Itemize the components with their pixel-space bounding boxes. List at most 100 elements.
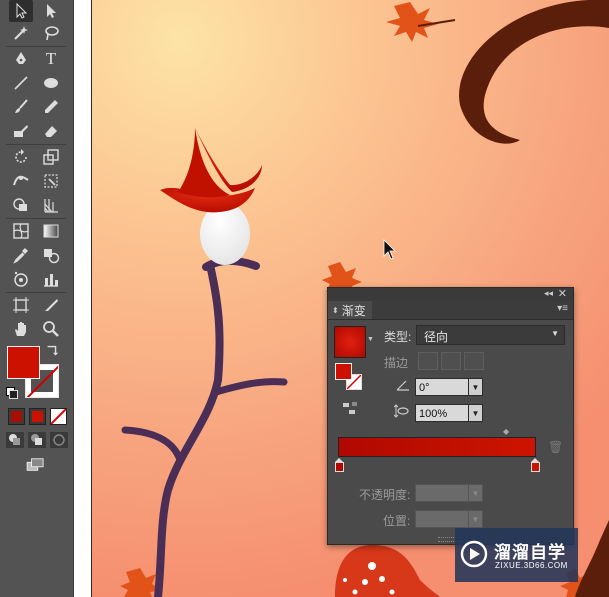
type-select[interactable]: 径向 ▼	[416, 325, 565, 345]
screen-mode-icon	[26, 458, 44, 471]
angle-dropdown[interactable]: ▼	[468, 378, 483, 396]
blob-brush-tool[interactable]	[9, 120, 33, 142]
stroke-label: 描边	[384, 356, 409, 370]
symbol-sprayer-icon	[14, 271, 28, 287]
watermark-title: 溜溜自学	[494, 543, 566, 562]
perspective-icon	[44, 199, 58, 213]
lasso-icon	[45, 26, 59, 41]
width-icon	[13, 175, 29, 186]
swap-fill-stroke[interactable]	[44, 344, 60, 358]
magic-wand-tool[interactable]	[9, 22, 33, 44]
none-mode-button[interactable]	[50, 408, 67, 425]
swatch-dropdown-icon[interactable]: ▼	[367, 336, 374, 343]
color-mode-button[interactable]	[8, 408, 25, 425]
location-input	[415, 510, 469, 528]
aspect-ratio-input[interactable]: 100%	[415, 404, 469, 422]
paintbrush-tool[interactable]	[9, 96, 33, 118]
symbol-sprayer-tool[interactable]	[9, 268, 33, 290]
white-arrow-icon	[47, 4, 56, 18]
screen-mode-button[interactable]	[24, 456, 48, 474]
draw-normal-icon	[9, 434, 20, 445]
reverse-gradient-icon[interactable]	[341, 401, 359, 417]
width-tool[interactable]	[9, 170, 33, 192]
shape-builder-tool[interactable]	[9, 194, 33, 216]
rotate-tool[interactable]	[9, 146, 33, 168]
swap-arrow-icon	[47, 345, 59, 356]
aspect-ratio-icon	[394, 404, 409, 418]
zoom-icon	[43, 321, 59, 337]
gradient-preview-swatch[interactable]	[334, 326, 366, 358]
type-label: 类型:	[384, 330, 412, 344]
draw-normal-button[interactable]	[6, 432, 24, 448]
draw-behind-button[interactable]	[28, 432, 46, 448]
watermark-url: ZIXUE.3D66.COM	[495, 561, 568, 570]
rotate-icon	[15, 149, 27, 163]
arrow-icon	[16, 2, 28, 19]
gradient-stop-left[interactable]	[335, 458, 344, 472]
tab-gradient[interactable]: ⬍ 渐变	[328, 301, 372, 319]
stroke-gradient-within[interactable]	[418, 352, 438, 370]
ellipse-tool[interactable]	[39, 72, 63, 94]
delete-stop-icon[interactable]: 🗑	[548, 440, 563, 454]
scale-icon	[43, 149, 59, 165]
gradient-slider-bar[interactable]	[338, 437, 536, 457]
zoom-tool[interactable]	[39, 318, 63, 340]
direct-selection-tool[interactable]	[39, 0, 63, 22]
eyedropper-tool[interactable]	[9, 244, 33, 266]
midpoint-diamond-icon[interactable]: ◆	[503, 427, 509, 436]
panel-menu-icon[interactable]: ▾≡	[557, 303, 568, 314]
type-tool[interactable]: T	[39, 48, 63, 70]
shape-builder-icon	[13, 198, 27, 211]
chevron-down-icon: ▼	[551, 329, 559, 338]
aspect-ratio-dropdown[interactable]: ▼	[468, 404, 483, 422]
mini-fill-swatch[interactable]	[335, 363, 352, 380]
free-transform-icon	[44, 174, 58, 188]
pen-tool[interactable]	[9, 48, 33, 70]
free-transform-tool[interactable]	[39, 170, 63, 192]
opacity-input	[415, 484, 469, 502]
hand-tool[interactable]	[9, 318, 33, 340]
draw-inside-button[interactable]	[50, 432, 68, 448]
type-icon: T	[45, 49, 57, 68]
pencil-tool[interactable]	[39, 96, 63, 118]
stroke-gradient-along[interactable]	[441, 352, 461, 370]
tab-arrows-icon: ⬍	[332, 305, 339, 315]
panel-tab-bar: ⬍ 渐变 ▾≡	[328, 301, 573, 320]
artboard-tool[interactable]	[9, 294, 33, 316]
draw-behind-icon	[31, 434, 42, 445]
none-slash-icon	[51, 409, 66, 424]
ellipse-icon	[44, 78, 58, 88]
gradient-tool[interactable]	[39, 220, 63, 242]
line-tool[interactable]	[9, 72, 33, 94]
draw-inside-icon	[53, 434, 65, 446]
angle-input[interactable]: 0°	[415, 378, 469, 396]
brush-icon	[15, 99, 28, 113]
watermark-badge: 溜溜自学 ZIXUE.3D66.COM	[455, 528, 578, 582]
gradient-mode-button[interactable]	[29, 408, 46, 425]
column-graph-tool[interactable]	[39, 268, 63, 290]
opacity-label: 不透明度:	[359, 488, 411, 502]
panel-titlebar[interactable]: ◂◂ ✕	[328, 288, 573, 301]
blend-tool[interactable]	[39, 244, 63, 266]
close-icon[interactable]: ✕	[558, 287, 567, 300]
default-fill-stroke[interactable]	[6, 387, 18, 399]
white-egg-shape	[200, 203, 250, 265]
blob-brush-icon	[14, 125, 28, 137]
blend-icon	[44, 249, 60, 264]
slice-tool[interactable]	[39, 294, 63, 316]
tools-panel: T	[0, 0, 74, 597]
mesh-icon	[13, 223, 29, 239]
stroke-gradient-across[interactable]	[464, 352, 484, 370]
collapse-icon[interactable]: ◂◂	[544, 288, 553, 299]
mesh-tool[interactable]	[9, 220, 33, 242]
graph-icon	[44, 274, 58, 287]
selection-tool[interactable]	[9, 0, 33, 22]
tab-gradient-label: 渐变	[341, 303, 366, 318]
gradient-stop-right[interactable]	[531, 458, 540, 472]
perspective-grid-tool[interactable]	[39, 194, 63, 216]
lasso-tool[interactable]	[39, 22, 63, 44]
location-label: 位置:	[383, 514, 411, 528]
fill-swatch-front[interactable]	[7, 346, 40, 379]
scale-tool[interactable]	[39, 146, 63, 168]
eraser-tool[interactable]	[39, 120, 63, 142]
